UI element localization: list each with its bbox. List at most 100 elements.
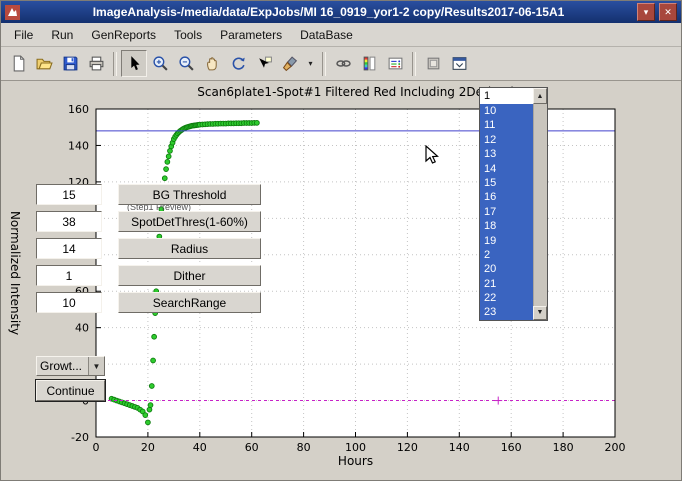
spot-list-item[interactable]: 20 — [480, 262, 533, 276]
insert-legend-icon — [387, 55, 404, 72]
zoom-out-icon — [178, 55, 195, 72]
save-button[interactable] — [57, 50, 83, 77]
dock-figure-icon — [451, 55, 468, 72]
dither-input[interactable] — [36, 265, 102, 286]
edit-plot-button[interactable] — [121, 50, 147, 77]
spot-list-item[interactable]: 15 — [480, 176, 533, 190]
scrollbar-track[interactable] — [533, 104, 547, 306]
insert-colorbar-button[interactable] — [356, 50, 382, 77]
spot-det-thres-button[interactable]: SpotDetThres(1-60%) — [118, 211, 261, 232]
spot-list-item[interactable]: 22 — [480, 291, 533, 305]
spot-list-scrollbar[interactable]: ▼ — [533, 104, 547, 320]
spot-list-item[interactable]: 23 — [480, 305, 533, 319]
pan-hand-icon — [204, 55, 221, 72]
menu-genreports[interactable]: GenReports — [82, 25, 165, 45]
growth-dropdown-value: Growt... — [37, 359, 88, 373]
svg-text:Normalized Intensity: Normalized Intensity — [8, 211, 22, 335]
window-title: ImageAnalysis-/media/data/ExpJobs/MI 16_… — [24, 5, 633, 19]
svg-text:40: 40 — [193, 441, 207, 454]
spot-list-item[interactable]: 17 — [480, 205, 533, 219]
link-plot-icon — [335, 55, 352, 72]
rotate-3d-icon — [230, 55, 247, 72]
spot-list-item[interactable]: 14 — [480, 162, 533, 176]
spot-dropdown-body: 10 11 12 13 14 15 16 17 18 19 2 20 21 22… — [480, 104, 547, 320]
spot-list-item[interactable]: 21 — [480, 277, 533, 291]
spot-list-item[interactable]: 13 — [480, 147, 533, 161]
spot-list: 10 11 12 13 14 15 16 17 18 19 2 20 21 22… — [480, 104, 533, 320]
continue-button[interactable]: Continue — [36, 380, 105, 401]
pan-button[interactable] — [199, 50, 225, 77]
save-icon — [62, 55, 79, 72]
spot-list-item[interactable]: 11 — [480, 118, 533, 132]
new-file-icon — [10, 55, 27, 72]
print-button[interactable] — [83, 50, 109, 77]
data-cursor-button[interactable] — [251, 50, 277, 77]
radius-button[interactable]: Radius — [118, 238, 261, 259]
svg-text:180: 180 — [553, 441, 574, 454]
scroll-down-button[interactable]: ▼ — [533, 306, 547, 320]
spot-list-item[interactable]: 10 — [480, 104, 533, 118]
data-cursor-icon — [256, 55, 273, 72]
search-range-input[interactable] — [36, 292, 102, 313]
spot-list-item[interactable]: 16 — [480, 190, 533, 204]
svg-text:60: 60 — [245, 441, 259, 454]
toolbar-separator — [113, 52, 117, 76]
menu-run[interactable]: Run — [42, 25, 82, 45]
title-bar[interactable]: ImageAnalysis-/media/data/ExpJobs/MI 16_… — [1, 1, 681, 23]
spot-dropdown-value[interactable]: 1 — [480, 88, 533, 104]
insert-legend-button[interactable] — [382, 50, 408, 77]
spot-list-item[interactable]: 19 — [480, 234, 533, 248]
spot-det-thres-input[interactable] — [36, 211, 102, 232]
rotate-3d-button[interactable] — [225, 50, 251, 77]
zoom-in-button[interactable] — [147, 50, 173, 77]
search-range-button[interactable]: SearchRange — [118, 292, 261, 313]
dither-button[interactable]: Dither — [118, 265, 261, 286]
new-file-button[interactable] — [5, 50, 31, 77]
zoom-out-button[interactable] — [173, 50, 199, 77]
svg-text:80: 80 — [297, 441, 311, 454]
app-window: 020406080100120140160180200-200204060801… — [0, 0, 682, 481]
zoom-in-icon — [152, 55, 169, 72]
spot-number-dropdown: 1 ▲ 10 11 12 13 14 15 16 17 18 19 2 20 2… — [479, 87, 548, 321]
menu-parameters[interactable]: Parameters — [211, 25, 291, 45]
close-button[interactable]: ✕ — [659, 3, 677, 21]
svg-text:0: 0 — [93, 441, 100, 454]
bg-threshold-button[interactable]: BG Threshold — [118, 184, 261, 205]
hide-plot-tools-icon — [425, 55, 442, 72]
print-icon — [88, 55, 105, 72]
edit-plot-arrow-icon — [126, 55, 143, 72]
menu-tools[interactable]: Tools — [165, 25, 211, 45]
svg-text:140: 140 — [449, 441, 470, 454]
dock-figure-button[interactable] — [446, 50, 472, 77]
spot-list-item[interactable]: 2 — [480, 248, 533, 262]
svg-text:20: 20 — [141, 441, 155, 454]
radius-input[interactable] — [36, 238, 102, 259]
bg-threshold-input[interactable] — [36, 184, 102, 205]
chevron-down-icon[interactable]: ▼ — [88, 357, 104, 375]
svg-text:160: 160 — [68, 103, 89, 116]
menu-file[interactable]: File — [5, 25, 42, 45]
svg-text:140: 140 — [68, 139, 89, 152]
svg-text:-20: -20 — [71, 431, 89, 444]
menu-bar: File Run GenReports Tools Parameters Dat… — [1, 23, 681, 47]
minimize-button[interactable]: ▾ — [637, 3, 655, 21]
svg-text:160: 160 — [501, 441, 522, 454]
svg-text:40: 40 — [75, 322, 89, 335]
spot-list-item[interactable]: 12 — [480, 133, 533, 147]
open-folder-button[interactable] — [31, 50, 57, 77]
svg-text:100: 100 — [345, 441, 366, 454]
svg-text:Hours: Hours — [338, 454, 373, 468]
toolbar-separator — [322, 52, 326, 76]
link-plot-button[interactable] — [330, 50, 356, 77]
toolbar-separator — [412, 52, 416, 76]
svg-text:Scan6plate1-Spot#1 Filtered Re: Scan6plate1-Spot#1 Filtered Red Includin… — [197, 85, 514, 99]
brush-dropdown-arrow[interactable]: ▾ — [303, 50, 318, 77]
growth-dropdown[interactable]: Growt... ▼ — [36, 356, 105, 376]
hide-plot-tools-button[interactable] — [420, 50, 446, 77]
brush-button[interactable] — [277, 50, 303, 77]
brush-icon — [282, 55, 299, 72]
menu-database[interactable]: DataBase — [291, 25, 362, 45]
scroll-up-button[interactable]: ▲ — [533, 88, 547, 104]
svg-text:120: 120 — [397, 441, 418, 454]
spot-list-item[interactable]: 18 — [480, 219, 533, 233]
